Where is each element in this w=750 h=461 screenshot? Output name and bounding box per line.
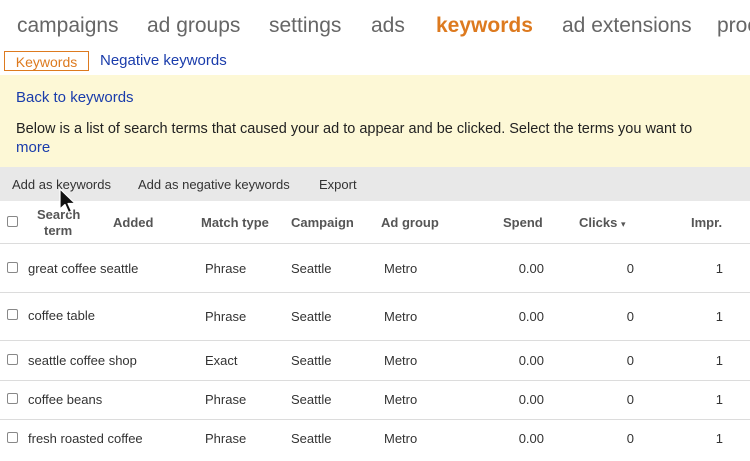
tab-ads[interactable]: ads — [371, 14, 405, 38]
cell-match-type: Phrase — [205, 392, 247, 407]
header-added[interactable]: Added — [113, 215, 153, 230]
header-match-type[interactable]: Match type — [201, 215, 269, 230]
cell-ad-group[interactable]: Metro — [384, 392, 417, 407]
cell-match-type: Exact — [205, 353, 238, 368]
cell-impr: 1 — [715, 392, 723, 407]
cell-campaign[interactable]: Seattle — [291, 392, 331, 407]
cell-impr: 1 — [715, 261, 723, 276]
tab-keywords[interactable]: keywords — [436, 14, 533, 38]
row-checkbox[interactable] — [7, 262, 18, 273]
header-clicks[interactable]: Clicks ▾ — [579, 215, 625, 230]
divider — [0, 340, 750, 341]
cell-campaign[interactable]: Seattle — [291, 309, 331, 324]
cell-campaign[interactable]: Seattle — [291, 261, 331, 276]
cell-impr: 1 — [715, 309, 723, 324]
cell-spend: 0.00 — [518, 431, 544, 446]
cell-ad-group[interactable]: Metro — [384, 261, 417, 276]
tab-more[interactable]: proc — [717, 14, 750, 38]
divider — [0, 419, 750, 420]
header-campaign[interactable]: Campaign — [291, 215, 354, 230]
tab-settings[interactable]: settings — [269, 14, 341, 38]
cell-campaign[interactable]: Seattle — [291, 353, 331, 368]
header-search-term-line2: term — [44, 223, 73, 238]
tab-ad-groups[interactable]: ad groups — [147, 14, 240, 38]
cell-spend: 0.00 — [518, 392, 544, 407]
tab-ad-extensions[interactable]: ad extensions — [562, 14, 692, 38]
more-link[interactable]: more — [16, 139, 50, 156]
cell-spend: 0.00 — [518, 309, 544, 324]
cell-clicks: 0 — [626, 353, 634, 368]
select-all-checkbox[interactable] — [7, 216, 18, 227]
divider — [0, 292, 750, 293]
cell-clicks: 0 — [626, 392, 634, 407]
subtab-negative-keywords[interactable]: Negative keywords — [100, 52, 227, 69]
tab-campaigns[interactable]: campaigns — [17, 14, 119, 38]
header-spend[interactable]: Spend — [503, 215, 543, 230]
cell-search-term: seattle coffee shop — [28, 353, 137, 368]
header-ad-group[interactable]: Ad group — [381, 215, 439, 230]
cell-clicks: 0 — [626, 261, 634, 276]
info-notice: Back to keywords Below is a list of sear… — [0, 75, 750, 167]
cell-match-type: Phrase — [205, 431, 247, 446]
row-checkbox[interactable] — [7, 393, 18, 404]
divider — [0, 380, 750, 381]
cell-clicks: 0 — [626, 309, 634, 324]
action-toolbar: Add as keywords Add as negative keywords… — [0, 167, 750, 201]
divider — [0, 243, 750, 244]
cell-match-type: Phrase — [205, 261, 247, 276]
cell-ad-group[interactable]: Metro — [384, 309, 417, 324]
row-checkbox[interactable] — [7, 354, 18, 365]
cell-clicks: 0 — [626, 431, 634, 446]
cell-search-term: fresh roasted coffee — [28, 431, 143, 446]
header-impr[interactable]: Impr. — [691, 215, 722, 230]
notice-description: Below is a list of search terms that cau… — [16, 121, 693, 137]
cell-match-type: Phrase — [205, 309, 247, 324]
cell-search-term: great coffee seattle — [28, 261, 139, 276]
back-to-keywords-link[interactable]: Back to keywords — [16, 89, 134, 106]
cell-search-term: coffee table — [28, 308, 95, 323]
mouse-pointer-icon — [59, 188, 76, 214]
cell-impr: 1 — [715, 431, 723, 446]
cell-spend: 0.00 — [518, 261, 544, 276]
subtab-keywords[interactable]: Keywords — [4, 51, 89, 71]
cell-ad-group[interactable]: Metro — [384, 353, 417, 368]
row-checkbox[interactable] — [7, 309, 18, 320]
row-checkbox[interactable] — [7, 432, 18, 443]
cell-search-term: coffee beans — [28, 392, 103, 407]
sort-descending-icon: ▾ — [620, 219, 626, 229]
cell-impr: 1 — [715, 353, 723, 368]
top-navigation: campaigns ad groups settings ads keyword… — [0, 0, 750, 50]
cell-spend: 0.00 — [518, 353, 544, 368]
cell-campaign[interactable]: Seattle — [291, 431, 331, 446]
header-clicks-label: Clicks — [579, 215, 618, 230]
add-as-negative-keywords-button[interactable]: Add as negative keywords — [138, 177, 290, 192]
export-button[interactable]: Export — [319, 177, 357, 192]
cell-ad-group[interactable]: Metro — [384, 431, 417, 446]
